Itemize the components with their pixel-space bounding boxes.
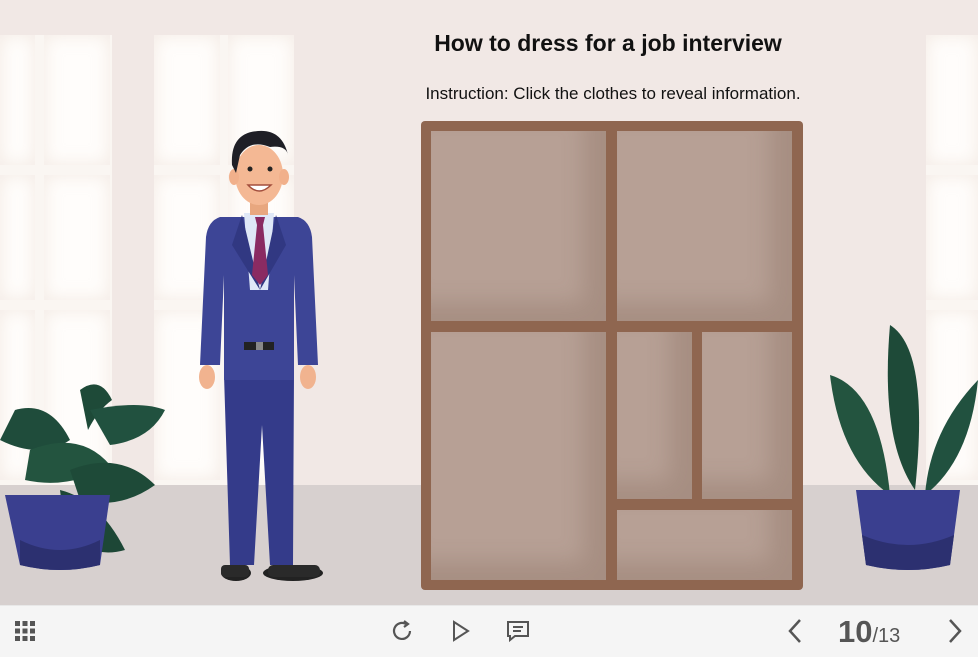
- left-plant: [0, 384, 165, 570]
- chevron-left-icon: [788, 619, 801, 643]
- next-slide-button[interactable]: [938, 615, 970, 647]
- wardrobe-compartment-top-right[interactable]: [617, 131, 792, 321]
- chevron-right-icon: [949, 619, 962, 643]
- wardrobe: [421, 121, 803, 590]
- slide-stage: How to dress for a job interview Instruc…: [0, 0, 978, 605]
- slide-title: How to dress for a job interview: [434, 30, 782, 56]
- man-character: [199, 130, 323, 581]
- wardrobe-compartment-bottom-left[interactable]: [431, 332, 606, 580]
- replay-button[interactable]: [386, 615, 418, 647]
- menu-button[interactable]: [9, 615, 41, 647]
- player-toolbar: 10/13: [0, 605, 978, 657]
- current-slide-number: 10: [838, 614, 873, 649]
- play-button[interactable]: [444, 615, 476, 647]
- replay-icon: [392, 620, 412, 640]
- wardrobe-compartment-middle-left[interactable]: [617, 332, 692, 499]
- previous-slide-button[interactable]: [780, 615, 812, 647]
- right-plant: [830, 325, 978, 570]
- instruction-text: Instruction: Click the clothes to reveal…: [425, 84, 801, 103]
- captions-icon: [507, 621, 529, 643]
- grid-menu-icon: [15, 621, 35, 641]
- wardrobe-compartment-bottom-right[interactable]: [617, 510, 792, 580]
- wardrobe-compartment-middle-right[interactable]: [702, 332, 792, 499]
- wardrobe-compartment-top-left[interactable]: [431, 131, 606, 321]
- play-icon: [453, 620, 470, 642]
- slide-counter: 10/13: [838, 614, 900, 650]
- total-slides: /13: [872, 625, 901, 647]
- captions-button[interactable]: [502, 615, 534, 647]
